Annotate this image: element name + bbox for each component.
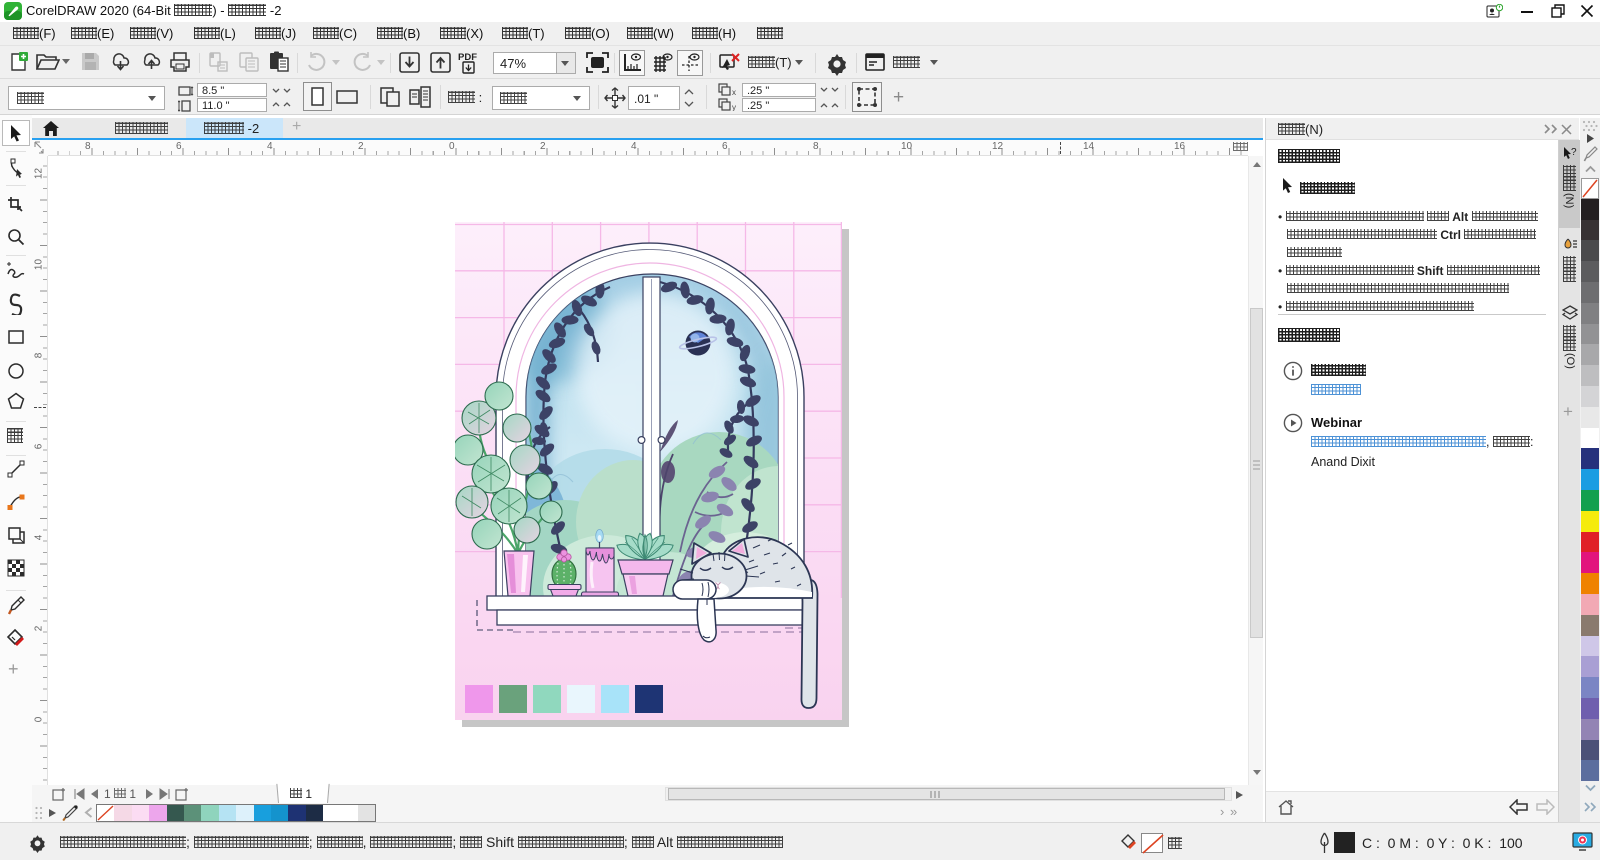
svg-text:y: y: [732, 103, 736, 111]
svg-text:x: x: [732, 88, 736, 96]
svg-text:?: ?: [1571, 147, 1577, 158]
